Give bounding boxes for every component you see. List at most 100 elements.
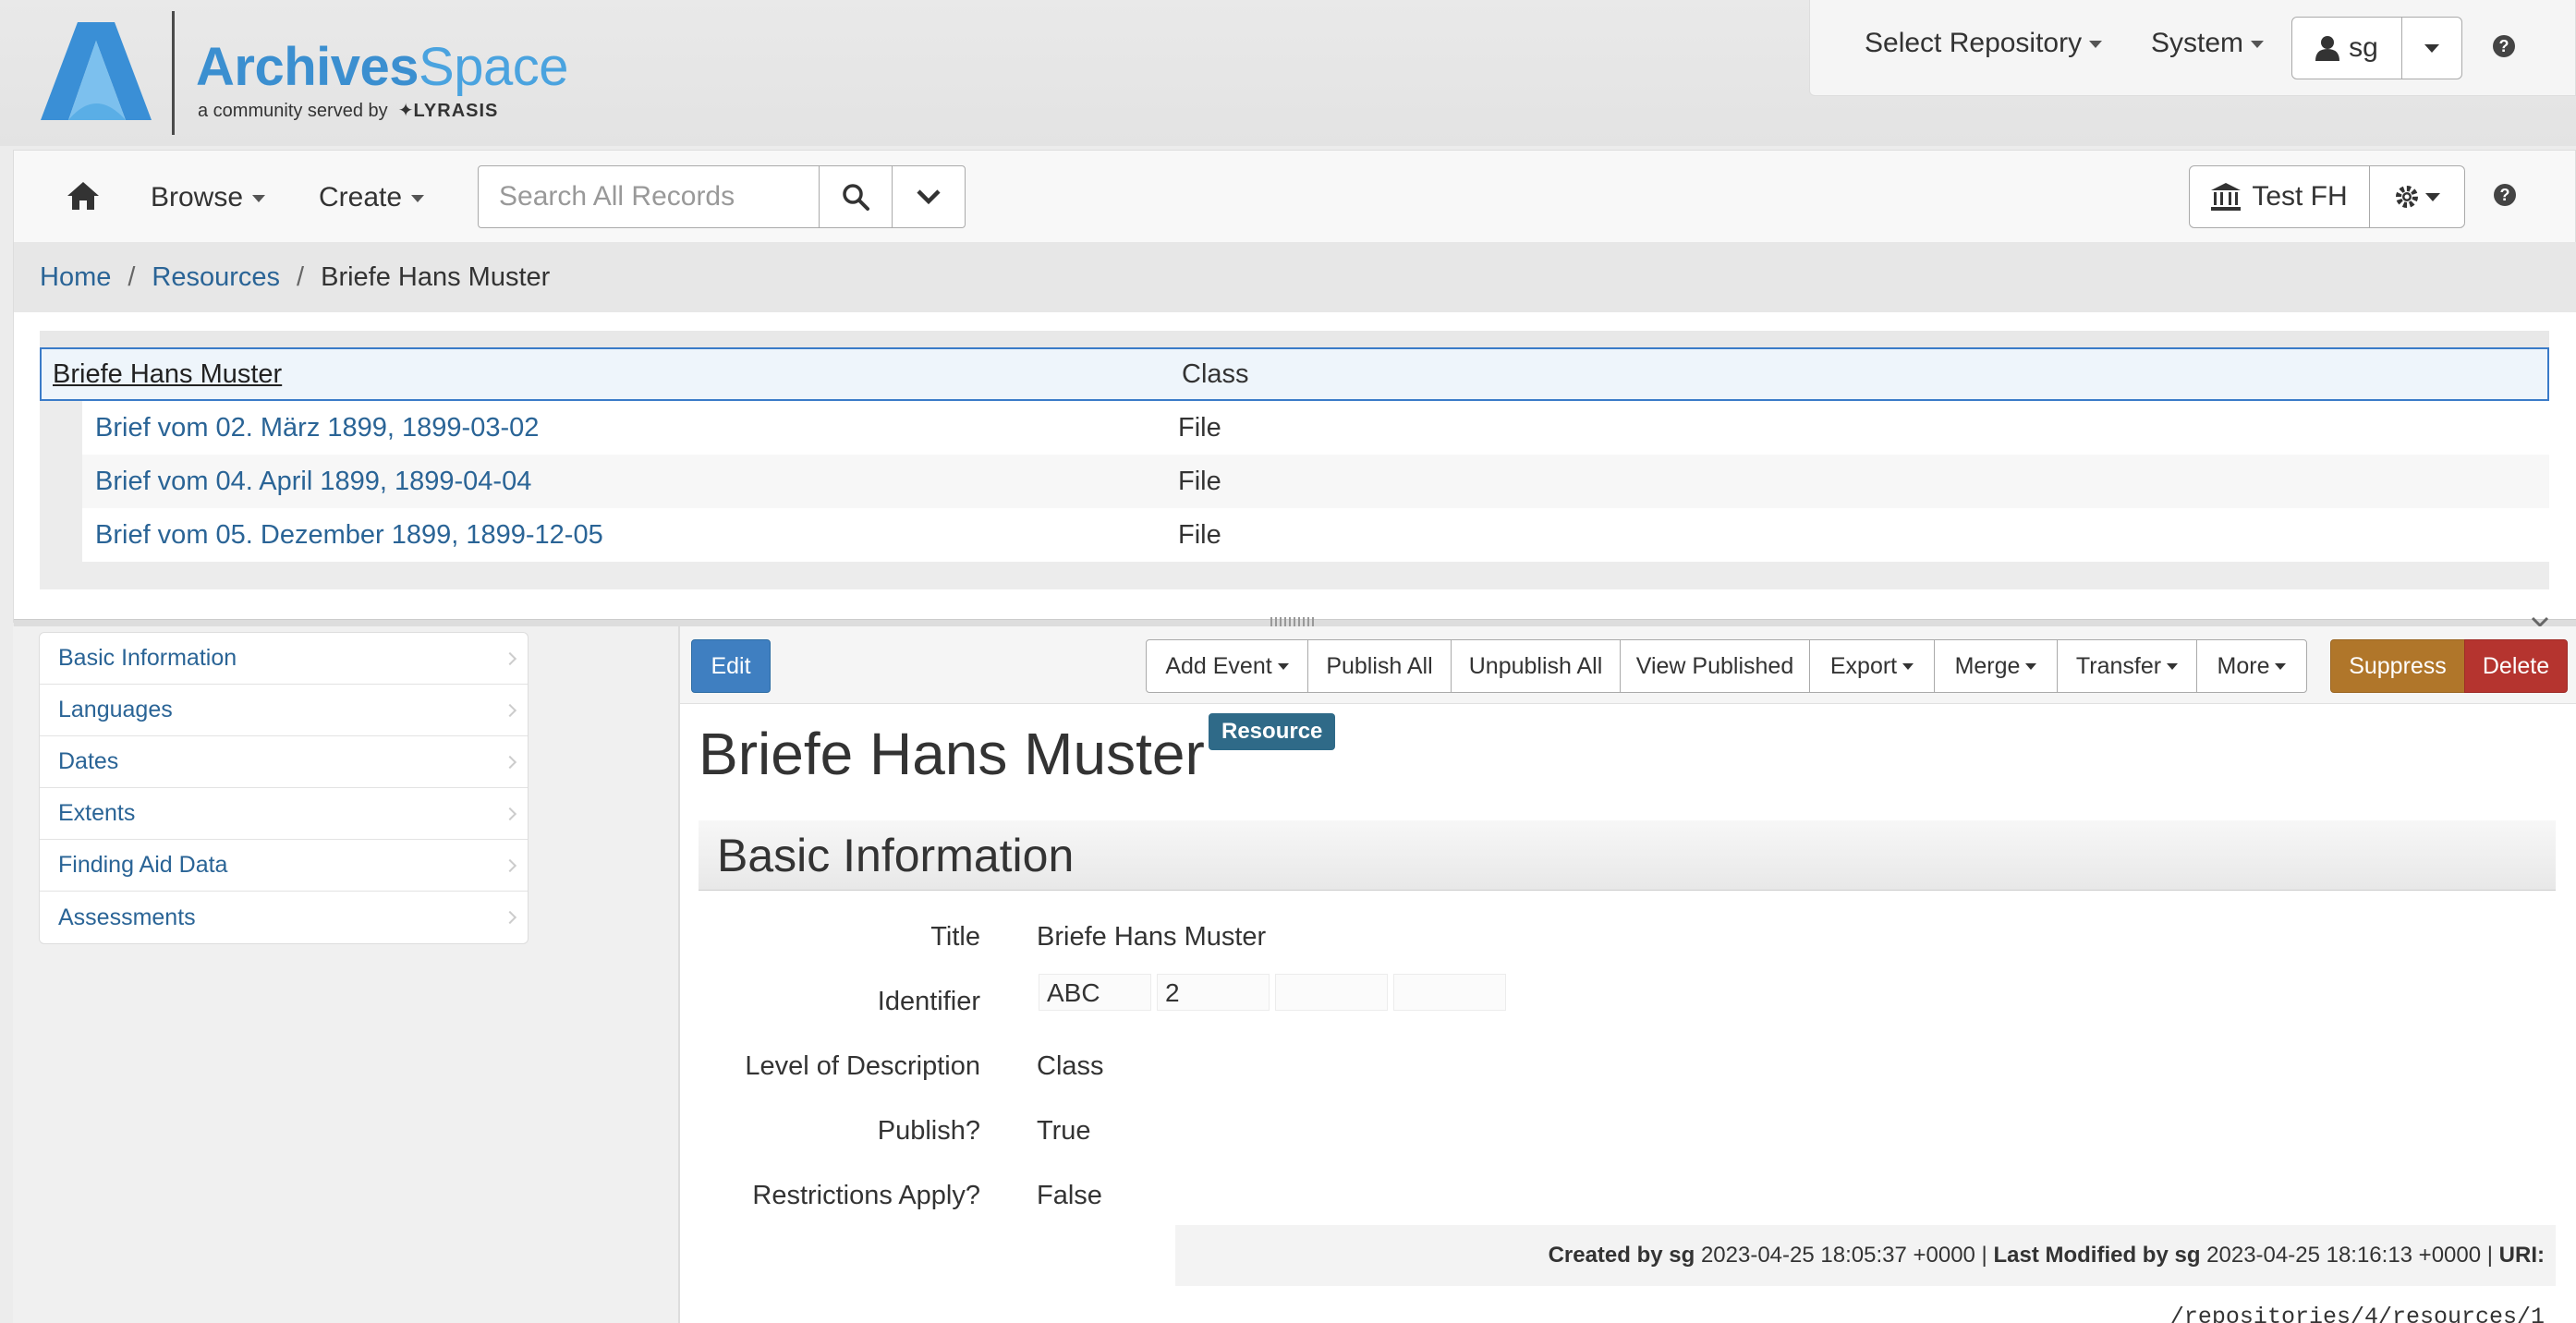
chevron-right-icon — [503, 703, 517, 717]
add-event-label: Add Event — [1165, 652, 1272, 679]
logo-divider — [172, 11, 175, 135]
breadcrumb-resources[interactable]: Resources — [152, 262, 280, 293]
audit-info: Created by sg 2023-04-25 18:05:37 +0000 … — [1175, 1225, 2556, 1323]
caret-down-icon — [1277, 662, 1289, 670]
audit-modified-label: Last Modified by sg — [1993, 1243, 2201, 1268]
advanced-search-toggle[interactable] — [892, 165, 966, 228]
user-name: sg — [2349, 32, 2378, 63]
field-value-level: Class — [1037, 1051, 1104, 1081]
caret-down-icon — [252, 195, 266, 203]
brand-name-bold: Archives — [196, 37, 419, 97]
breadcrumb-home[interactable]: Home — [40, 262, 111, 293]
tree-node[interactable]: Brief vom 05. Dezember 1899, 1899-12-05 … — [40, 508, 2549, 562]
identifier-part-4 — [1393, 974, 1506, 1011]
main-navbar: Browse Create Test FH ? — [13, 150, 2576, 242]
tree-node-root[interactable]: Briefe Hans Muster Class — [40, 347, 2549, 401]
tree-node-title[interactable]: Brief vom 02. März 1899, 1899-03-02 — [82, 413, 1178, 443]
caret-down-icon — [2425, 192, 2440, 201]
field-label-title: Title — [930, 922, 980, 952]
section-heading-basic-information: Basic Information — [699, 820, 2556, 891]
repository-name: Test FH — [2252, 181, 2348, 212]
tree-node[interactable]: Brief vom 02. März 1899, 1899-03-02 File — [40, 401, 2549, 455]
sidebar-item-label: Basic Information — [58, 645, 237, 671]
audit-modified-at: 2023-04-25 18:16:13 +0000 — [2206, 1243, 2482, 1268]
create-menu[interactable]: Create — [319, 182, 425, 213]
help-icon[interactable]: ? — [2493, 35, 2515, 57]
tree-node-title[interactable]: Brief vom 05. Dezember 1899, 1899-12-05 — [82, 520, 1178, 551]
field-label-publish: Publish? — [877, 1116, 980, 1146]
add-event-button[interactable]: Add Event — [1146, 639, 1308, 693]
view-published-button[interactable]: View Published — [1620, 639, 1810, 693]
breadcrumb-separator: / — [128, 261, 136, 292]
repository-button[interactable]: Test FH — [2189, 165, 2370, 228]
brand-tagline: a community served by ✦LYRASIS — [198, 99, 498, 122]
help-icon[interactable]: ? — [2494, 184, 2516, 206]
more-button[interactable]: More — [2196, 639, 2307, 693]
merge-button[interactable]: Merge — [1934, 639, 2058, 693]
chevron-right-icon — [503, 651, 517, 665]
top-banner: ArchivesSpace a community served by ✦LYR… — [0, 0, 2576, 146]
search-input[interactable] — [478, 165, 820, 228]
user-menu-toggle[interactable] — [2401, 17, 2462, 79]
tree-node-level: File — [1178, 519, 1221, 550]
edit-button[interactable]: Edit — [691, 639, 771, 693]
archivesspace-logo-icon[interactable] — [41, 22, 152, 120]
sidebar-item-basic-information[interactable]: Basic Information — [40, 633, 528, 685]
merge-label: Merge — [1954, 652, 2021, 679]
more-label: More — [2217, 652, 2270, 679]
caret-down-icon — [2424, 43, 2439, 53]
audit-uri-label: URI: — [2498, 1243, 2545, 1268]
sidebar-item-extents[interactable]: Extents — [40, 788, 528, 840]
caret-down-icon — [2251, 41, 2265, 49]
caret-down-icon — [2089, 41, 2103, 49]
chevron-right-icon — [503, 807, 517, 820]
sidebar-item-label: Languages — [58, 697, 173, 722]
delete-button[interactable]: Delete — [2464, 639, 2568, 693]
caret-down-icon — [1902, 662, 1914, 670]
export-button[interactable]: Export — [1809, 639, 1935, 693]
record-sidebar: Basic Information Languages Dates Extent… — [39, 632, 529, 944]
sidebar-item-dates[interactable]: Dates — [40, 736, 528, 788]
gear-icon — [2396, 186, 2418, 208]
tree-indent — [40, 508, 82, 562]
resize-grip-icon[interactable] — [1270, 617, 1317, 626]
export-label: Export — [1829, 652, 1898, 679]
field-label-restrictions: Restrictions Apply? — [752, 1181, 980, 1210]
unpublish-all-button[interactable]: Unpublish All — [1451, 639, 1621, 693]
tree-node-level: File — [1178, 412, 1221, 443]
settings-menu[interactable] — [2369, 165, 2465, 228]
tree-node-title[interactable]: Brief vom 04. April 1899, 1899-04-04 — [82, 467, 1178, 497]
record-toolbar: Edit Add Event Publish All Unpublish All… — [680, 626, 2576, 704]
sidebar-item-assessments[interactable]: Assessments — [40, 892, 528, 943]
record-type-badge: Resource — [1209, 713, 1336, 750]
brand-name-light: Space — [419, 37, 568, 97]
audit-uri: /repositories/4/resources/1 — [2169, 1304, 2545, 1323]
sidebar-item-languages[interactable]: Languages — [40, 685, 528, 736]
user-button[interactable]: sg — [2291, 17, 2402, 79]
publish-all-button[interactable]: Publish All — [1307, 639, 1452, 693]
transfer-button[interactable]: Transfer — [2057, 639, 2197, 693]
search-button[interactable] — [819, 165, 893, 228]
search-icon — [843, 184, 869, 211]
tree-node[interactable]: Brief vom 04. April 1899, 1899-04-04 Fil… — [40, 455, 2549, 508]
home-icon[interactable] — [67, 182, 99, 210]
tree-node-level: File — [1178, 466, 1221, 496]
sidebar-item-finding-aid-data[interactable]: Finding Aid Data — [40, 840, 528, 892]
sidebar-item-label: Extents — [58, 800, 136, 826]
transfer-label: Transfer — [2075, 652, 2162, 679]
resource-tree-panel: Briefe Hans Muster Class Brief vom 02. M… — [13, 312, 2576, 628]
tree-node-level: Class — [1182, 358, 1249, 389]
browse-menu[interactable]: Browse — [151, 182, 266, 213]
field-value-title: Briefe Hans Muster — [1037, 922, 1267, 952]
suppress-button[interactable]: Suppress — [2330, 639, 2465, 693]
field-label-identifier: Identifier — [877, 987, 980, 1016]
chevron-down-icon — [917, 189, 941, 205]
select-repository-menu[interactable]: Select Repository — [1865, 28, 2103, 59]
tree-node-title[interactable]: Briefe Hans Muster — [42, 359, 1182, 390]
identifier-part-2: 2 — [1157, 974, 1270, 1011]
brand-name: ArchivesSpace — [196, 35, 568, 100]
sidebar-item-label: Assessments — [58, 904, 196, 930]
sidebar-item-label: Dates — [58, 748, 119, 774]
system-menu[interactable]: System — [2151, 28, 2265, 59]
breadcrumb-separator: / — [297, 261, 305, 292]
